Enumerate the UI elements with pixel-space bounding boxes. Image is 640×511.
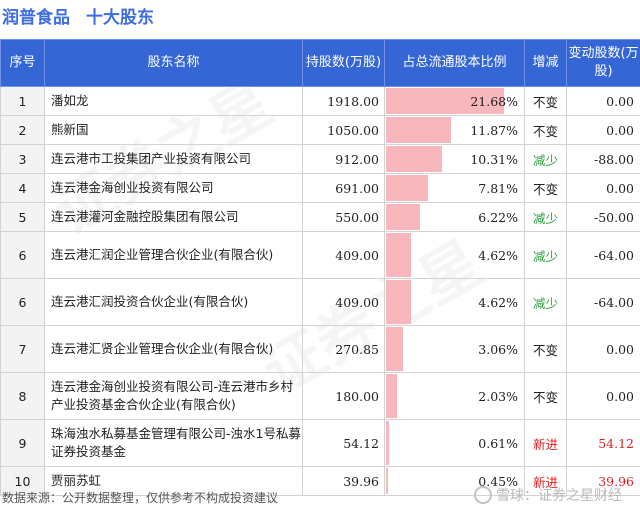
table-body: 1 潘如龙 1918.00 21.68% 不变 0.00 2 熊新国 1050.00 11.87%… (0, 86, 640, 496)
change-status: 减少 (524, 202, 567, 232)
shareholder-name: 连云港汇润投资合伙企业(有限合伙) (44, 278, 303, 326)
shareholder-name: 连云港金海创业投资有限公司 (44, 173, 303, 203)
table-row: 9 珠海浊水私募基金管理有限公司-浊水1号私募证券投资基金 54.12 0.61% 新进… (0, 419, 640, 467)
row-index: 4 (0, 173, 45, 203)
shares-value: 912.00 (302, 144, 385, 174)
delta-value: -50.00 (566, 202, 640, 232)
delta-value: 0.00 (566, 372, 640, 420)
delta-value: -64.00 (566, 231, 640, 279)
page-subtitle: 十大股东 (86, 8, 154, 28)
change-status: 新进 (524, 419, 567, 467)
shares-value: 1918.00 (302, 86, 385, 116)
change-status: 减少 (524, 278, 567, 326)
delta-value: -64.00 (566, 278, 640, 326)
table-row: 4 连云港金海创业投资有限公司 691.00 7.81% 不变 0.00 (0, 173, 640, 203)
ratio-cell: 11.87% (384, 115, 525, 145)
col-header-delta: 变动股数(万股) (566, 39, 640, 87)
delta-value: 0.00 (566, 115, 640, 145)
row-index: 5 (0, 202, 45, 232)
ratio-cell: 7.81% (384, 173, 525, 203)
ratio-value: 11.87% (470, 122, 518, 138)
ratio-value: 3.06% (478, 341, 518, 357)
change-status: 减少 (524, 231, 567, 279)
ratio-value: 2.03% (478, 388, 518, 404)
page-title: 润普食品 十大股东 (2, 3, 170, 31)
shares-value: 180.00 (302, 372, 385, 420)
change-status: 不变 (524, 325, 567, 373)
shareholder-name: 连云港金海创业投资有限公司-连云港市乡村产业投资基金合伙企业(有限合伙) (44, 372, 303, 420)
delta-value: 54.12 (566, 419, 640, 467)
shares-value: 409.00 (302, 231, 385, 279)
table-row: 3 连云港市工投集团产业投资有限公司 912.00 10.31% 减少 -88.00 (0, 144, 640, 174)
table-row: 8 连云港金海创业投资有限公司-连云港市乡村产业投资基金合伙企业(有限合伙) 180… (0, 372, 640, 420)
ratio-value: 0.61% (478, 435, 518, 451)
row-index: 1 (0, 86, 45, 116)
row-index: 9 (0, 419, 45, 467)
ratio-cell: 0.61% (384, 419, 525, 467)
shareholder-name: 连云港汇润企业管理合伙企业(有限合伙) (44, 231, 303, 279)
ratio-cell: 6.22% (384, 202, 525, 232)
ratio-cell: 4.62% (384, 278, 525, 326)
change-status: 不变 (524, 115, 567, 145)
table-row: 2 熊新国 1050.00 11.87% 不变 0.00 (0, 115, 640, 145)
data-source-note: 数据来源：公开数据整理，仅供参考不构成投资建议 (2, 491, 279, 505)
col-header-change: 增减 (524, 39, 567, 87)
ratio-value: 6.22% (478, 209, 518, 225)
ratio-value: 10.31% (470, 151, 518, 167)
row-index: 2 (0, 115, 45, 145)
shareholder-name: 连云港市工投集团产业投资有限公司 (44, 144, 303, 174)
shares-value: 691.00 (302, 173, 385, 203)
ratio-value: 7.81% (478, 180, 518, 196)
ratio-cell: 2.03% (384, 372, 525, 420)
shareholder-name: 熊新国 (44, 115, 303, 145)
row-index: 7 (0, 325, 45, 373)
delta-value: -88.00 (566, 144, 640, 174)
shares-value: 409.00 (302, 278, 385, 326)
row-index: 8 (0, 372, 45, 420)
col-header-index: 序号 (0, 39, 45, 87)
shareholder-name: 潘如龙 (44, 86, 303, 116)
shareholder-name: 连云港灌河金融控股集团有限公司 (44, 202, 303, 232)
ratio-value: 21.68% (470, 93, 518, 109)
shareholder-name: 连云港汇贤企业管理合伙企业(有限合伙) (44, 325, 303, 373)
shares-value: 550.00 (302, 202, 385, 232)
col-header-name: 股东名称 (44, 39, 303, 87)
col-header-shares: 持股数(万股) (302, 39, 385, 87)
table-row: 5 连云港灌河金融控股集团有限公司 550.00 6.22% 减少 -50.00 (0, 202, 640, 232)
ratio-cell: 4.62% (384, 231, 525, 279)
shares-value: 39.96 (302, 466, 385, 496)
table-row: 6 连云港汇润投资合伙企业(有限合伙) 409.00 4.62% 减少 -64.00 (0, 278, 640, 326)
snowball-logo-icon (474, 486, 492, 504)
col-header-ratio: 占总流通股本比例 (384, 39, 525, 87)
change-status: 不变 (524, 372, 567, 420)
shareholder-name: 珠海浊水私募基金管理有限公司-浊水1号私募证券投资基金 (44, 419, 303, 467)
ratio-cell: 10.31% (384, 144, 525, 174)
ratio-cell: 21.68% (384, 86, 525, 116)
ratio-cell: 3.06% (384, 325, 525, 373)
company-name: 润普食品 (2, 8, 70, 28)
table-header-row: 序号 股东名称 持股数(万股) 占总流通股本比例 增减 变动股数(万股) (0, 39, 640, 87)
row-index: 6 (0, 278, 45, 326)
table-row: 6 连云港汇润企业管理合伙企业(有限合伙) 409.00 4.62% 减少 -64.00 (0, 231, 640, 279)
ratio-value: 4.62% (478, 247, 518, 263)
change-status: 减少 (524, 144, 567, 174)
shares-value: 270.85 (302, 325, 385, 373)
delta-value: 0.00 (566, 325, 640, 373)
ratio-value: 4.62% (478, 294, 518, 310)
row-index: 6 (0, 231, 45, 279)
brand-watermark: 雪球：证券之星财经 (474, 485, 622, 505)
change-status: 不变 (524, 86, 567, 116)
shares-value: 1050.00 (302, 115, 385, 145)
table-row: 1 潘如龙 1918.00 21.68% 不变 0.00 (0, 86, 640, 116)
shareholder-table: 序号 股东名称 持股数(万股) 占总流通股本比例 增减 变动股数(万股) 1 潘如… (0, 39, 640, 496)
change-status: 不变 (524, 173, 567, 203)
brand-text: 雪球：证券之星财经 (496, 488, 622, 504)
delta-value: 0.00 (566, 86, 640, 116)
row-index: 3 (0, 144, 45, 174)
shares-value: 54.12 (302, 419, 385, 467)
delta-value: 0.00 (566, 173, 640, 203)
table-row: 7 连云港汇贤企业管理合伙企业(有限合伙) 270.85 3.06% 不变 0.00 (0, 325, 640, 373)
